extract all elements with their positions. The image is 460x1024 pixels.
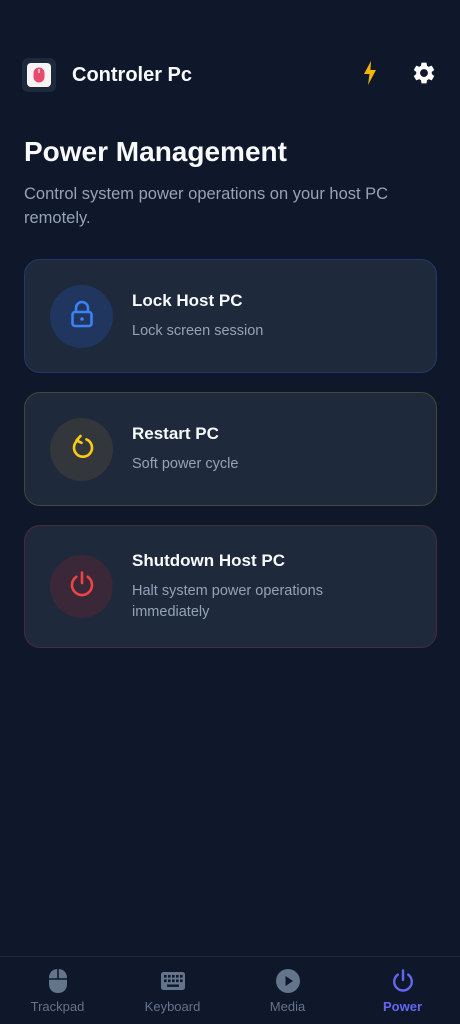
restart-pc-button[interactable]: Restart PC Soft power cycle xyxy=(24,392,437,506)
play-icon xyxy=(274,967,302,995)
power-icon xyxy=(67,569,97,604)
power-nav-icon xyxy=(389,967,417,995)
restart-card-text: Restart PC Soft power cycle xyxy=(132,424,402,475)
lock-icon xyxy=(68,299,96,334)
header-actions xyxy=(356,60,438,91)
nav-keyboard[interactable]: Keyboard xyxy=(115,957,230,1024)
shutdown-host-pc-button[interactable]: Shutdown Host PC Halt system power opera… xyxy=(24,525,437,648)
nav-media[interactable]: Media xyxy=(230,957,345,1024)
mouse-icon xyxy=(44,967,72,995)
shutdown-card-description: Halt system power operations immediately xyxy=(132,582,323,620)
nav-power-label: Power xyxy=(382,999,422,1014)
bottom-nav: Trackpad Keyboard Media Power xyxy=(0,956,460,1024)
gear-icon xyxy=(411,60,437,91)
app-title: Controler Pc xyxy=(72,63,193,86)
page-title: Power Management xyxy=(24,136,287,167)
nav-trackpad[interactable]: Trackpad xyxy=(0,957,115,1024)
shutdown-card-text: Shutdown Host PC Halt system power opera… xyxy=(132,551,402,623)
app-header: Controler Pc xyxy=(22,56,438,94)
shutdown-card-title: Shutdown Host PC xyxy=(132,550,285,570)
flash-button[interactable] xyxy=(356,60,384,91)
restart-card-description: Soft power cycle xyxy=(132,455,239,472)
mouse-logo-icon xyxy=(27,63,51,87)
restart-icon-container xyxy=(50,417,113,481)
lock-card-description: Lock screen session xyxy=(132,322,264,339)
app-logo xyxy=(22,58,56,92)
lock-icon-container xyxy=(50,284,113,348)
restart-icon xyxy=(68,433,96,466)
lock-card-title: Lock Host PC xyxy=(132,290,243,310)
restart-card-title: Restart PC xyxy=(132,423,219,443)
power-icon-container xyxy=(50,555,113,618)
lock-host-pc-button[interactable]: Lock Host PC Lock screen session xyxy=(24,259,437,373)
nav-trackpad-label: Trackpad xyxy=(30,999,85,1014)
nav-media-label: Media xyxy=(269,999,306,1014)
nav-keyboard-label: Keyboard xyxy=(144,999,201,1014)
nav-power[interactable]: Power xyxy=(345,957,460,1024)
flash-icon xyxy=(362,60,378,91)
settings-button[interactable] xyxy=(410,61,438,89)
lock-card-text: Lock Host PC Lock screen session xyxy=(132,291,402,342)
keyboard-icon xyxy=(159,967,187,995)
app-screen: Controler Pc Power Management Control sy… xyxy=(0,0,460,1024)
page-subtitle: Control system power operations on your … xyxy=(24,185,389,227)
